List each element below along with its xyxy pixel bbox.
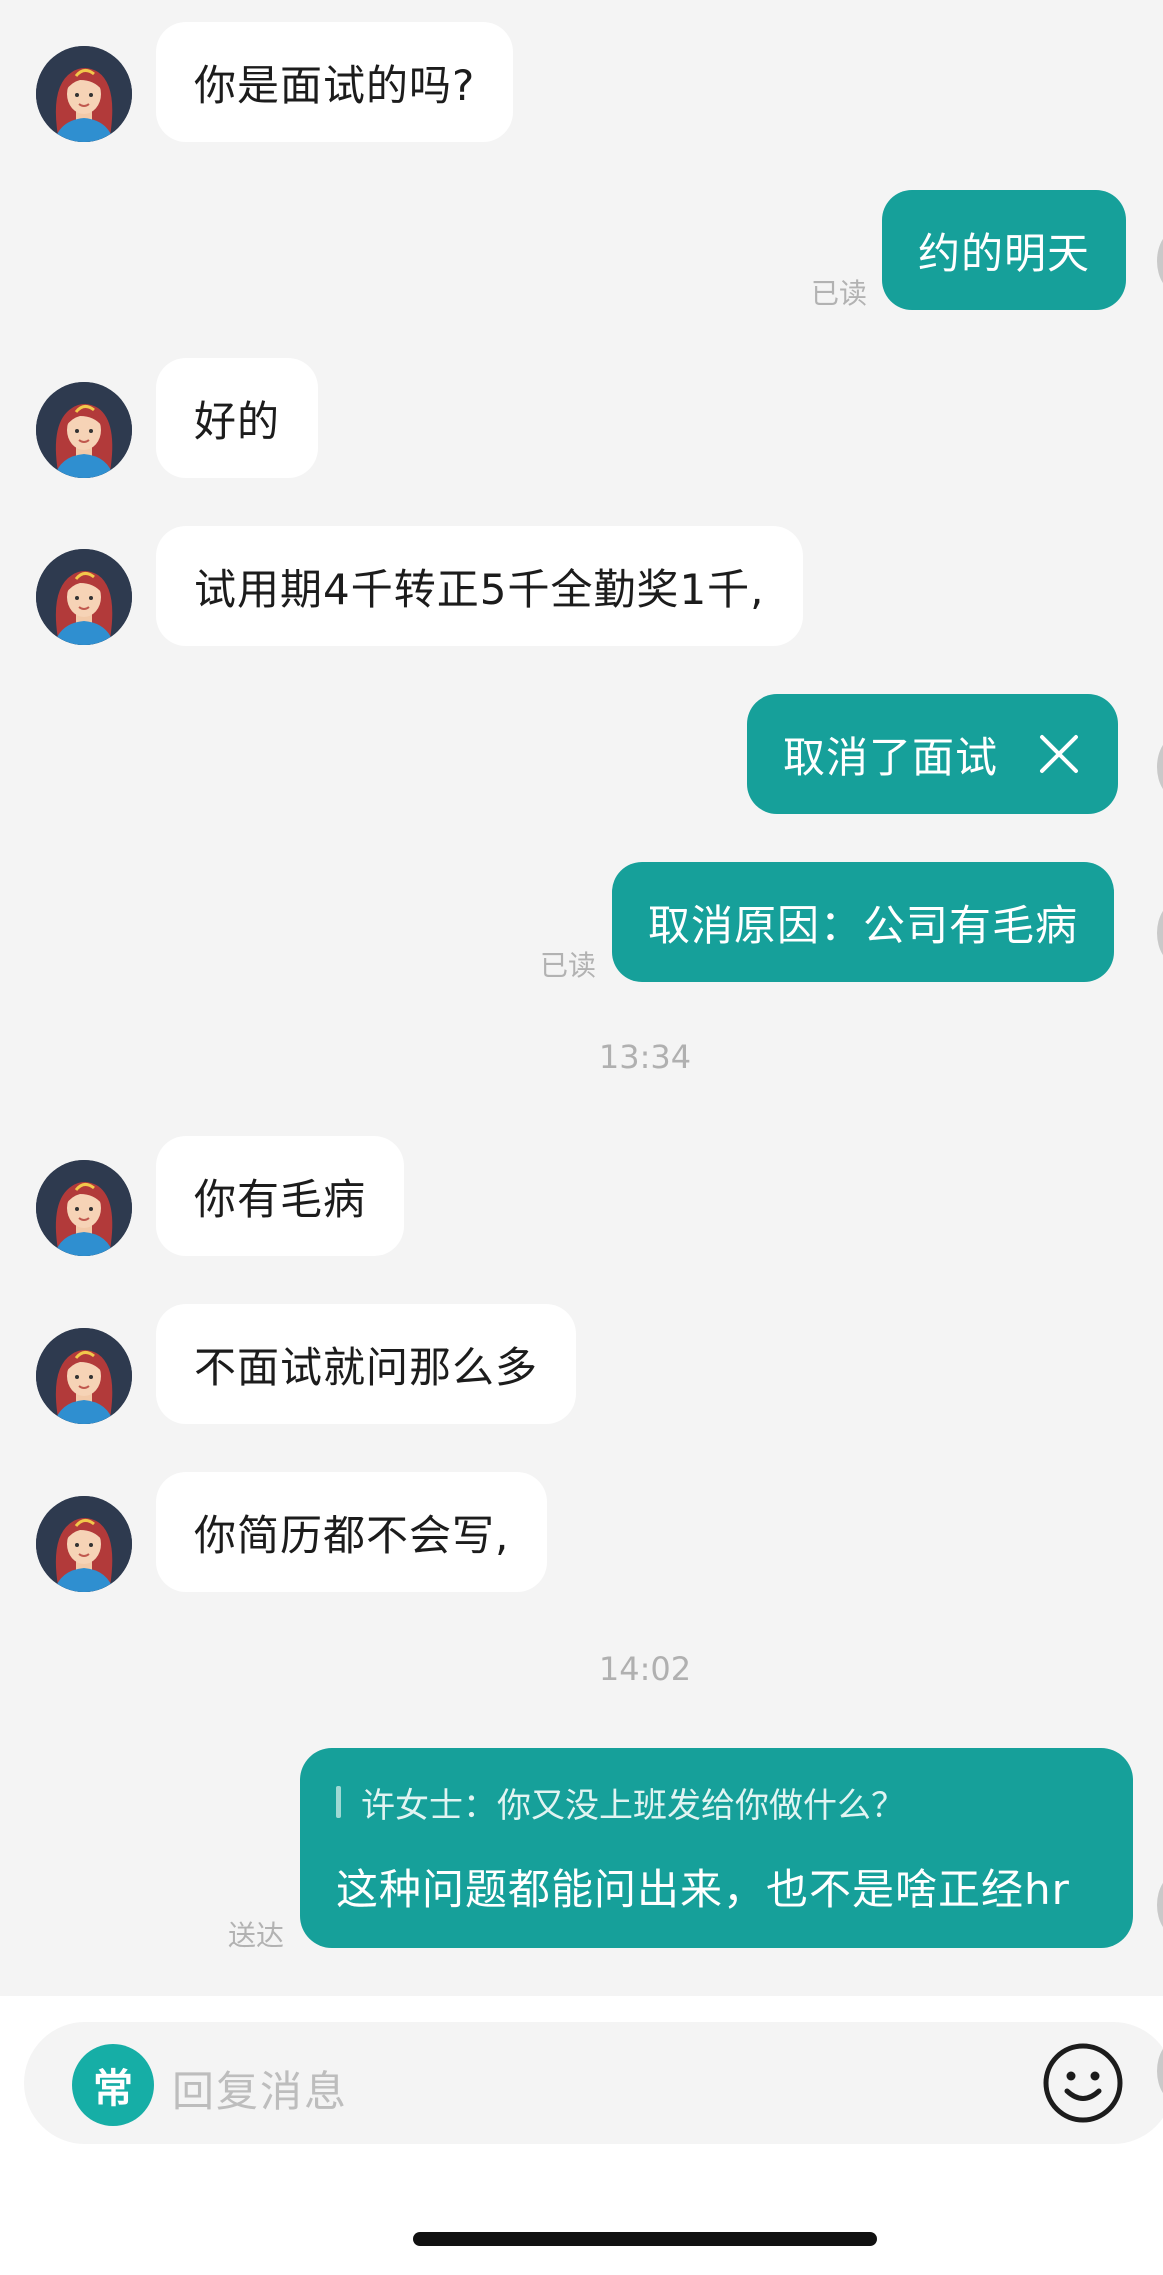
message-text: 你简历都不会写, (194, 1510, 510, 1560)
read-status: 已读 (811, 277, 868, 310)
message-bubble-incoming[interactable]: 你简历都不会写, (156, 1472, 548, 1592)
avatar-icon (36, 549, 132, 645)
message-text: 试用期4千转正5千全勤奖1千, (194, 564, 765, 614)
home-indicator[interactable] (413, 2232, 877, 2246)
contact-avatar[interactable] (36, 1328, 132, 1424)
quote-bar (336, 1786, 341, 1818)
message-bubble-incoming[interactable]: 试用期4千转正5千全勤奖1千, (156, 526, 803, 646)
contact-avatar[interactable] (36, 46, 132, 142)
avatar-icon (36, 382, 132, 478)
contact-avatar[interactable] (36, 1160, 132, 1256)
message-bubble-outgoing[interactable]: 约的明天 (882, 190, 1127, 310)
message-text: 不面试就问那么多 (194, 1342, 539, 1392)
message-text: 你是面试的吗? (194, 60, 476, 110)
message-bubble-incoming[interactable]: 不面试就问那么多 (156, 1304, 577, 1424)
input-placeholder: 回复消息 (172, 2067, 349, 2116)
contact-avatar[interactable] (36, 1496, 132, 1592)
quick-reply-button[interactable]: 常 (72, 2044, 154, 2126)
delivered-status: 送达 (228, 1919, 285, 1952)
cancel-interview-bubble[interactable]: 取消了面试 (747, 694, 1119, 814)
timestamp: 14:02 (598, 1650, 692, 1688)
message-text: 取消原因：公司有毛病 (648, 900, 1079, 950)
emoji-icon[interactable] (1040, 2040, 1126, 2126)
message-bubble-incoming[interactable]: 你有毛病 (156, 1136, 405, 1256)
message-text: 好的 (194, 396, 281, 446)
avatar-icon (36, 1496, 132, 1592)
message-bubble-outgoing[interactable]: 取消原因：公司有毛病 (612, 862, 1115, 982)
message-text: 这种问题都能问出来，也不是啥正经hr (336, 1865, 1070, 1914)
message-text: 你有毛病 (194, 1174, 367, 1224)
message-text: 取消了面试 (783, 732, 999, 782)
avatar-icon (36, 1328, 132, 1424)
message-bubble-incoming[interactable]: 好的 (156, 358, 319, 478)
avatar-icon (36, 46, 132, 142)
quote-reference[interactable]: 许女士：你又没上班发给你做什么？ (336, 1770, 1101, 1834)
contact-avatar[interactable] (36, 382, 132, 478)
contact-avatar[interactable] (36, 549, 132, 645)
message-bubble-incoming[interactable]: 你是面试的吗? (156, 22, 514, 142)
close-icon (1036, 731, 1082, 777)
read-status: 已读 (540, 949, 597, 982)
quoted-reply-bubble[interactable]: 许女士：你又没上班发给你做什么？ 这种问题都能问出来，也不是啥正经hr (300, 1748, 1133, 1948)
avatar-icon (36, 1160, 132, 1256)
self-avatar[interactable] (1157, 230, 1163, 292)
chat-area[interactable]: 你是面试的吗? 已读 约的明天 好的 试用期4千转正5千全勤奖1千, 取消了面试… (0, 0, 1163, 1996)
self-avatar[interactable] (1157, 736, 1163, 798)
timestamp: 13:34 (598, 1038, 692, 1076)
self-avatar[interactable] (1157, 1874, 1163, 1936)
message-input[interactable]: 常 回复消息 (24, 2022, 1163, 2144)
self-avatar[interactable] (1157, 902, 1163, 964)
quote-text: 许女士：你又没上班发给你做什么？ (361, 1785, 905, 1826)
message-text: 约的明天 (918, 228, 1091, 278)
